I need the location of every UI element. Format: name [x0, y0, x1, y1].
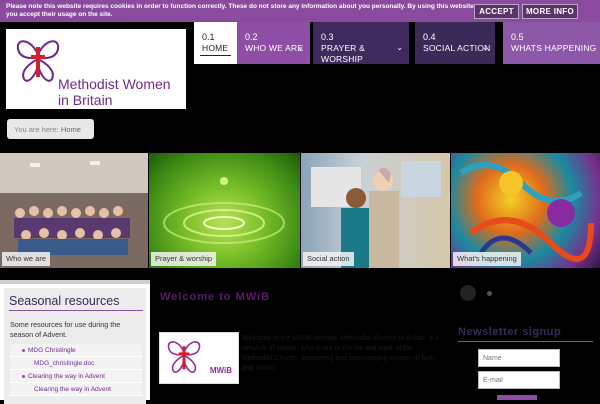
sidebar-title: Seasonal resources: [9, 294, 143, 311]
nav-tab-label: WHATS HAPPENING: [511, 43, 597, 53]
page-title: Welcome to MWiB: [160, 291, 271, 303]
butterfly-icon: [167, 341, 201, 373]
breadcrumb: You are here: Home: [7, 119, 94, 139]
group-photo-image: [0, 153, 148, 268]
nav-tab-number: 0.1: [202, 32, 215, 42]
feature-panel-who-we-are[interactable]: Who we are: [0, 153, 148, 268]
mwib-logo-image: MWiB: [159, 332, 239, 384]
signup-submit-button[interactable]: [497, 395, 537, 400]
chevron-down-icon: ⌄: [482, 43, 489, 52]
sidebar-description: Some resources for use during the season…: [10, 320, 121, 339]
feature-panel-whats-happening[interactable]: What's happening: [451, 153, 600, 268]
social-icon[interactable]: [460, 285, 476, 301]
panel-caption: Social action: [303, 252, 354, 266]
resource-file-link[interactable]: MDG_christingle.doc: [10, 357, 142, 370]
chevron-down-icon: ⌄: [297, 43, 304, 52]
accept-cookies-button[interactable]: ACCEPT: [474, 4, 519, 19]
intro-text: Welcome to the MWiB website. Methodist W…: [242, 335, 439, 372]
logo-text-line2: in Britain: [58, 92, 113, 108]
feature-image-strip: Who we are Prayer & worship Social actio…: [0, 153, 600, 268]
social-icon-small[interactable]: [487, 291, 492, 296]
panel-caption: Prayer & worship: [151, 252, 217, 266]
newsletter-signup-title: Newsletter signup: [458, 326, 593, 342]
nav-tab-whats-happening[interactable]: 0.5 WHATS HAPPENING: [503, 22, 600, 64]
cookie-message: Please note this website requires cookie…: [6, 3, 476, 18]
resource-link[interactable]: Clearing the way in Advent: [10, 370, 142, 383]
feature-panel-social-action[interactable]: Social action: [301, 153, 450, 268]
site-logo[interactable]: Methodist Women in Britain: [6, 29, 186, 109]
nav-tab-number: 0.5: [511, 32, 524, 42]
nav-tab-prayer-worship[interactable]: 0.3 PRAYER & WORSHIP ⌄: [313, 22, 409, 64]
logo-text-line1: Methodist Women: [58, 76, 171, 92]
panel-caption: What's happening: [453, 252, 521, 266]
chevron-down-icon: ⌄: [396, 43, 403, 52]
breadcrumb-prefix: You are here:: [14, 125, 59, 134]
breadcrumb-home-link[interactable]: Home: [61, 125, 81, 134]
abstract-art-image: [459, 162, 594, 262]
more-info-button[interactable]: MORE INFO: [522, 4, 578, 19]
seasonal-resources-sidebar: Seasonal resources Some resources for us…: [0, 280, 150, 404]
name-field[interactable]: [478, 349, 560, 367]
feature-panel-prayer-worship[interactable]: Prayer & worship: [149, 153, 300, 268]
nav-tab-social-action[interactable]: 0.4 SOCIAL ACTION ⌄: [415, 22, 495, 64]
panel-caption: Who we are: [2, 252, 51, 266]
resource-list: MDG Christingle MDG_christingle.doc Clea…: [10, 344, 142, 396]
nav-tab-home[interactable]: 0.1 HOME: [194, 22, 237, 64]
nav-tab-label: HOME: [202, 43, 229, 53]
resource-link[interactable]: MDG Christingle: [10, 344, 142, 357]
mwib-label: MWiB: [209, 366, 232, 375]
cookie-banner: Please note this website requires cookie…: [0, 0, 600, 22]
sidebar-panel: Seasonal resources Some resources for us…: [4, 288, 146, 404]
butterfly-icon: [16, 40, 60, 82]
active-underline: [200, 55, 231, 56]
nav-tab-who-we-are[interactable]: 0.2 WHO WE ARE ⌄: [237, 22, 310, 64]
water-ripple-image: [163, 177, 285, 244]
resource-file-link[interactable]: Clearing the way in Advent: [10, 383, 142, 396]
two-women-photo-image: [311, 161, 441, 268]
email-field[interactable]: [478, 371, 560, 389]
